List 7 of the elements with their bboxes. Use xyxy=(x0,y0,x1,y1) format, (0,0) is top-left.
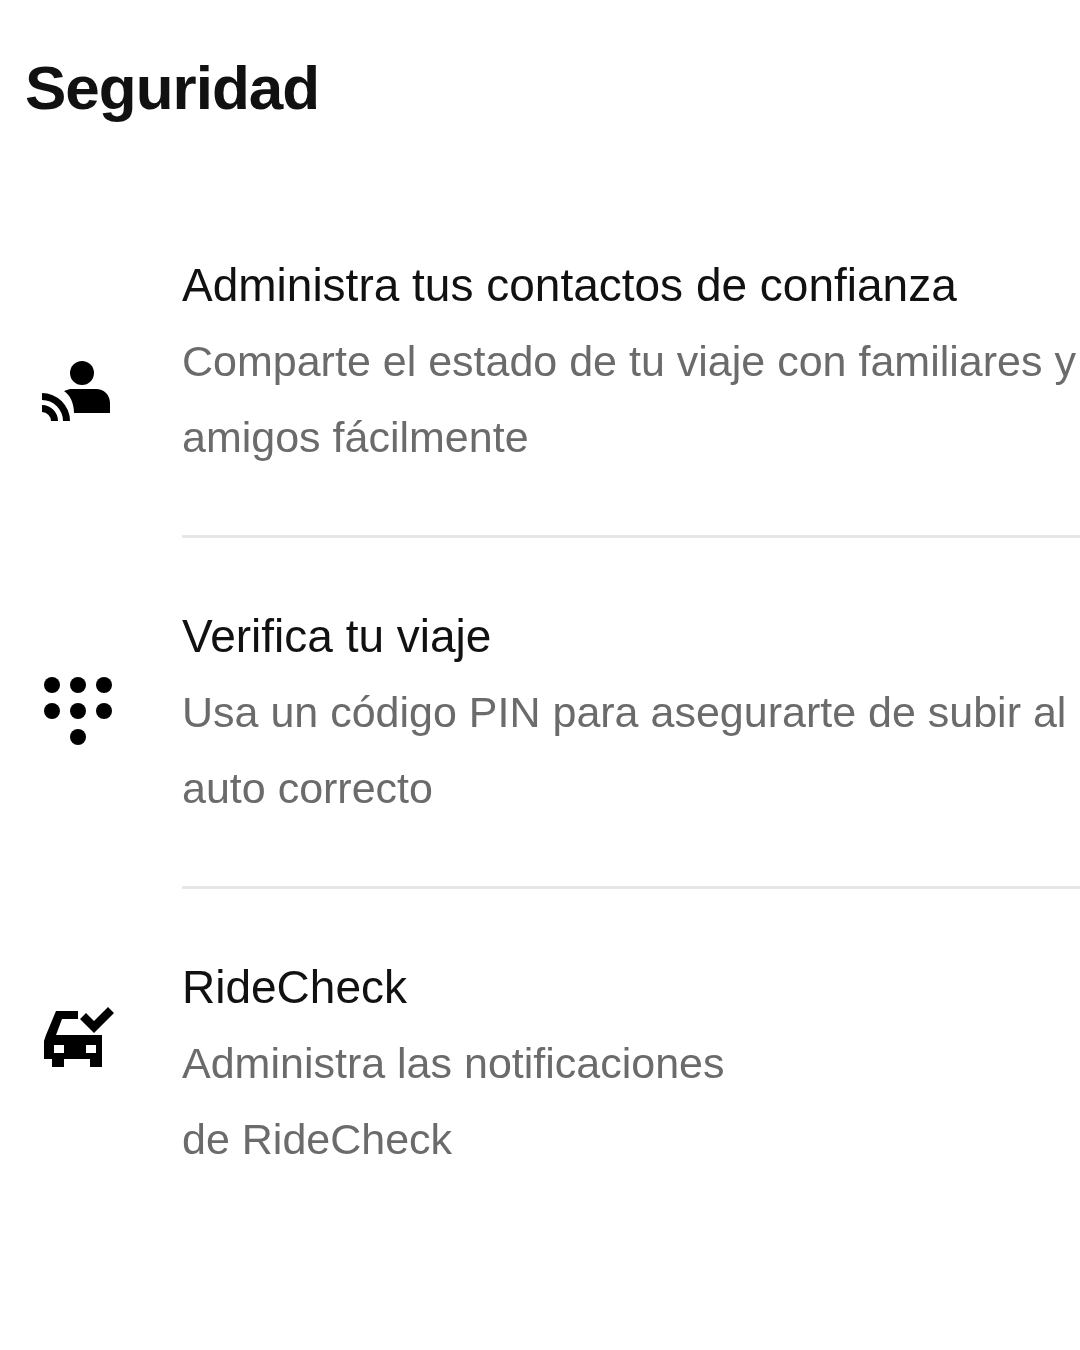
item-title[interactable]: RideCheck xyxy=(182,961,407,1013)
item-title[interactable]: Administra tus contactos de confianza xyxy=(182,259,957,311)
item-description: Comparte el estado de tu viaje con familiares y amigos fácilmente xyxy=(182,337,1076,461)
item-title[interactable]: Verifica tu viaje xyxy=(182,610,492,662)
item-description: Administra las notificaciones de RideCheck xyxy=(182,1039,725,1163)
item-description: Usa un código PIN para asegurarte de subir al auto correcto xyxy=(182,688,1067,812)
page-title: Seguridad xyxy=(25,52,320,123)
